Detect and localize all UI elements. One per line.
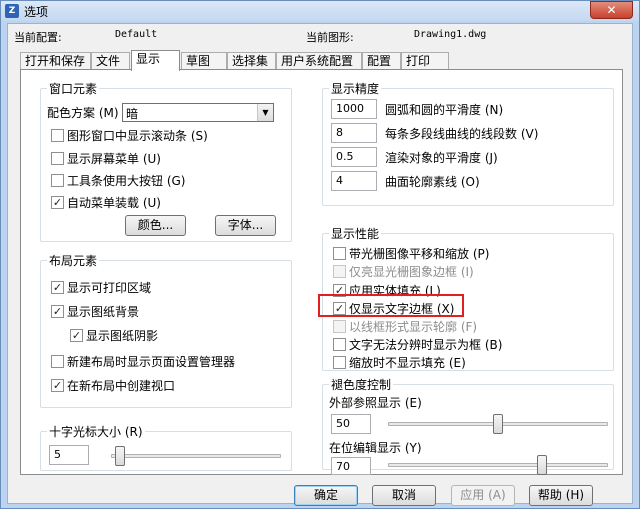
tab-profiles[interactable]: 配置 bbox=[362, 52, 401, 70]
help-button[interactable]: 帮助 (H) bbox=[529, 485, 593, 506]
display-resolution-title: 显示精度 bbox=[329, 80, 382, 97]
checkbox[interactable] bbox=[51, 354, 64, 368]
option-text-as-box[interactable]: 文字无法分辨时显示为框 (B) bbox=[333, 335, 502, 353]
tab-drafting[interactable]: 草图 bbox=[181, 52, 227, 70]
display-performance-group: 显示性能 带光栅图像平移和缩放 (P) 仅亮显光栅图象边框 (I) ✓ 应用实体… bbox=[318, 225, 614, 371]
option-show-scrollbars[interactable]: 图形窗口中显示滚动条 (S) bbox=[51, 126, 208, 144]
options-dialog: Z 选项 ✕ 当前配置: Default 当前图形: Drawing1.dwg … bbox=[0, 0, 640, 509]
fade-control-group: 褪色度控制 外部参照显示 (E) 50 在位编辑显示 (Y) 70 bbox=[322, 376, 614, 475]
tab-files[interactable]: 文件 bbox=[91, 52, 130, 70]
xref-fade-label: 外部参照显示 (E) bbox=[329, 395, 422, 410]
inplace-edit-label: 在位编辑显示 (Y) bbox=[329, 440, 422, 455]
crosshair-slider-track[interactable] bbox=[111, 454, 281, 458]
arc-smoothness-label: 圆弧和圆的平滑度 (N) bbox=[385, 102, 504, 117]
dialog-body: 当前配置: Default 当前图形: Drawing1.dwg 打开和保存 文… bbox=[7, 23, 633, 506]
tab-user-preferences[interactable]: 用户系统配置 bbox=[276, 52, 362, 70]
option-page-setup-manager[interactable]: 新建布局时显示页面设置管理器 bbox=[51, 352, 235, 370]
checkbox[interactable]: ✓ bbox=[51, 195, 64, 209]
layout-elements-title: 布局元素 bbox=[47, 252, 100, 269]
option-create-viewport[interactable]: ✓ 在新布局中创建视口 bbox=[51, 376, 175, 394]
tab-selection[interactable]: 选择集 bbox=[227, 52, 276, 70]
crosshair-title: 十字光标大小 (R) bbox=[47, 423, 145, 440]
crosshair-size-input[interactable]: 5 bbox=[49, 445, 89, 465]
checkbox[interactable] bbox=[51, 128, 64, 142]
option-no-fill-on-zoom[interactable]: 缩放时不显示填充 (E) bbox=[333, 353, 466, 371]
apply-button: 应用 (A) bbox=[451, 485, 515, 506]
app-icon: Z bbox=[5, 4, 19, 18]
option-large-buttons[interactable]: 工具条使用大按钮 (G) bbox=[51, 171, 185, 189]
color-scheme-label: 配色方案 (M) bbox=[47, 105, 119, 120]
window-elements-title: 窗口元素 bbox=[47, 80, 100, 97]
crosshair-group: 十字光标大小 (R) 5 bbox=[40, 423, 292, 471]
option-auto-menu-load[interactable]: ✓ 自动菜单装载 (U) bbox=[51, 193, 161, 211]
title-bar[interactable]: Z 选项 ✕ bbox=[1, 1, 639, 21]
option-printable-area[interactable]: ✓ 显示可打印区域 bbox=[51, 278, 151, 296]
polyline-segments-input[interactable]: 8 bbox=[331, 123, 377, 143]
tab-plot[interactable]: 打印 bbox=[401, 52, 449, 70]
option-screen-menu[interactable]: 显示屏幕菜单 (U) bbox=[51, 149, 161, 167]
fonts-button[interactable]: 字体... bbox=[215, 215, 276, 236]
contour-lines-label: 曲面轮廓素线 (O) bbox=[385, 174, 480, 189]
polyline-segments-label: 每条多段线曲线的线段数 (V) bbox=[385, 126, 539, 141]
current-config-value: Default bbox=[115, 29, 158, 40]
checkbox[interactable] bbox=[51, 173, 64, 187]
inplace-edit-slider-thumb[interactable] bbox=[537, 455, 547, 475]
display-resolution-group: 显示精度 1000 圆弧和圆的平滑度 (N) 8 每条多段线曲线的线段数 (V)… bbox=[322, 80, 614, 206]
display-performance-title: 显示性能 bbox=[329, 225, 382, 242]
current-drawing-label: 当前图形: bbox=[306, 31, 354, 44]
current-drawing-value: Drawing1.dwg bbox=[414, 29, 487, 40]
checkbox[interactable]: ✓ bbox=[51, 378, 64, 392]
crosshair-slider-thumb[interactable] bbox=[114, 446, 125, 466]
checkbox[interactable]: ✓ bbox=[51, 280, 64, 294]
checkbox[interactable] bbox=[333, 355, 346, 369]
arc-smoothness-input[interactable]: 1000 bbox=[331, 99, 377, 119]
checkbox[interactable]: ✓ bbox=[70, 328, 83, 342]
option-wireframe-silhouette: 以线框形式显示轮廓 (F) bbox=[333, 317, 477, 335]
xref-fade-input[interactable]: 50 bbox=[331, 414, 371, 434]
checkbox[interactable] bbox=[51, 151, 64, 165]
tab-display[interactable]: 显示 bbox=[131, 50, 180, 71]
color-scheme-select[interactable]: 暗 ▼ bbox=[122, 103, 274, 122]
option-highlight-raster-frame: 仅亮显光栅图象边框 (I) bbox=[333, 262, 474, 280]
red-highlight-box bbox=[318, 294, 464, 317]
cancel-button[interactable]: 取消 bbox=[372, 485, 436, 506]
checkbox bbox=[333, 264, 346, 278]
option-paper-background[interactable]: ✓ 显示图纸背景 bbox=[51, 302, 139, 320]
render-smoothness-label: 渲染对象的平滑度 (J) bbox=[385, 150, 498, 165]
inplace-edit-input[interactable]: 70 bbox=[331, 457, 371, 475]
tab-open-save[interactable]: 打开和保存 bbox=[20, 52, 91, 70]
window-elements-group: 窗口元素 配色方案 (M) 暗 ▼ 图形窗口中显示滚动条 (S) 显示屏幕菜单 … bbox=[40, 80, 292, 242]
display-tab-panel: 窗口元素 配色方案 (M) 暗 ▼ 图形窗口中显示滚动条 (S) 显示屏幕菜单 … bbox=[20, 69, 623, 475]
checkbox bbox=[333, 319, 346, 333]
color-scheme-value: 暗 bbox=[126, 107, 139, 121]
inplace-edit-slider-track[interactable] bbox=[388, 463, 608, 467]
fade-control-title: 褪色度控制 bbox=[329, 376, 394, 393]
colors-button[interactable]: 颜色... bbox=[125, 215, 186, 236]
chevron-down-icon: ▼ bbox=[257, 104, 273, 121]
window-title: 选项 bbox=[24, 5, 49, 19]
option-raster-pan-zoom[interactable]: 带光栅图像平移和缩放 (P) bbox=[333, 244, 489, 262]
ok-button[interactable]: 确定 bbox=[294, 485, 358, 506]
layout-elements-group: 布局元素 ✓ 显示可打印区域 ✓ 显示图纸背景 ✓ 显示图纸阴影 新建布局时显示… bbox=[40, 252, 292, 408]
contour-lines-input[interactable]: 4 bbox=[331, 171, 377, 191]
close-button[interactable]: ✕ bbox=[590, 1, 633, 19]
xref-fade-slider-thumb[interactable] bbox=[493, 414, 503, 434]
render-smoothness-input[interactable]: 0.5 bbox=[331, 147, 377, 167]
checkbox[interactable] bbox=[333, 337, 346, 351]
checkbox[interactable] bbox=[333, 246, 346, 260]
current-config-label: 当前配置: bbox=[14, 31, 62, 44]
option-paper-shadow[interactable]: ✓ 显示图纸阴影 bbox=[70, 326, 158, 344]
checkbox[interactable]: ✓ bbox=[51, 304, 64, 318]
